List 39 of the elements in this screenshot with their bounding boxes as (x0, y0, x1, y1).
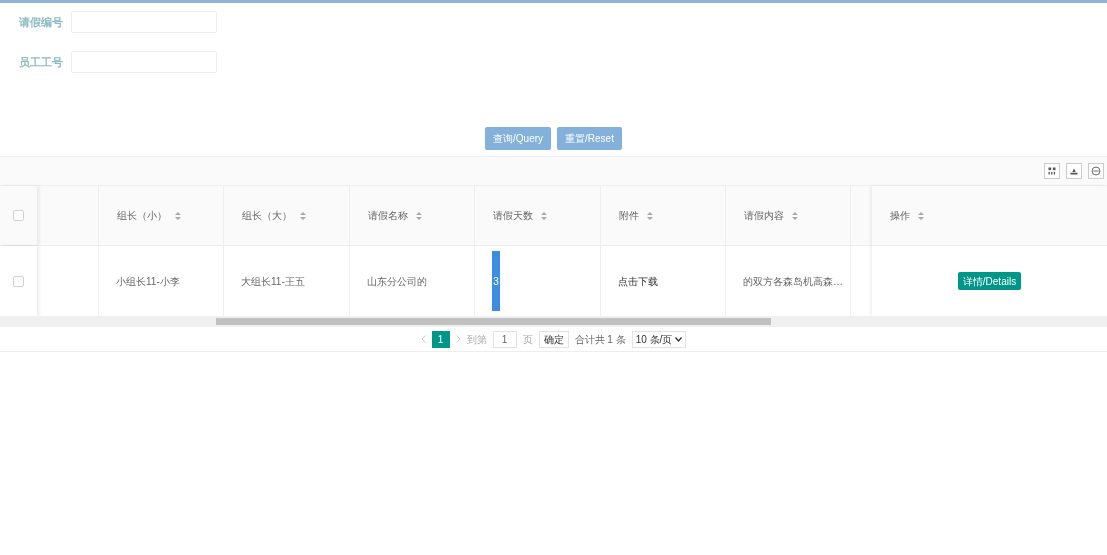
caret-icon (675, 336, 683, 342)
total-count: 合计共 1 条 (574, 332, 626, 347)
sort-icon[interactable] (541, 211, 547, 220)
page-button[interactable]: 1 (431, 330, 450, 348)
checkbox[interactable] (13, 210, 24, 221)
checkbox[interactable] (13, 275, 24, 287)
details-button[interactable]: 详情/Details (957, 272, 1022, 290)
column-header: 组长（大） (242, 209, 292, 223)
table-cell-text: 小组长11-小李 (116, 274, 180, 289)
page-unit: 页 (522, 332, 533, 347)
print-icon[interactable] (1088, 163, 1104, 179)
column-header: 操作 (890, 209, 910, 223)
next-page-icon[interactable] (455, 335, 461, 343)
confirm-button[interactable]: 确定 (538, 330, 569, 348)
goto-label: 到第 (466, 332, 487, 347)
days-bar: 3 (492, 251, 500, 311)
prev-page-icon[interactable] (420, 335, 426, 343)
column-header: 组长（小） (117, 209, 167, 223)
sort-icon[interactable] (647, 211, 653, 220)
column-header: 附件 (619, 209, 639, 223)
field-label: 员工工号 (19, 54, 63, 70)
field-label: 请假编号 (19, 14, 63, 30)
sort-icon[interactable] (175, 211, 181, 220)
table-cell-text: 大组长11-王五 (241, 274, 305, 289)
sort-icon[interactable] (918, 211, 924, 220)
column-header: 请假天数 (493, 209, 533, 223)
column-header: 请假名称 (368, 209, 408, 223)
grid-icon[interactable] (1044, 163, 1060, 179)
sort-icon[interactable] (416, 211, 422, 220)
page-size-select[interactable]: 10 条/页 (631, 330, 687, 348)
download-link[interactable]: 点击下载 (618, 273, 658, 289)
export-icon[interactable] (1066, 163, 1082, 179)
page-input[interactable]: 1 (492, 330, 517, 348)
table-cell-text: 山东分公司的 (367, 274, 427, 289)
table-cell-text: 的双方各森岛机高森… (743, 274, 843, 289)
sort-icon[interactable] (300, 211, 306, 220)
sort-icon[interactable] (792, 211, 798, 220)
column-header: 请假内容 (744, 209, 784, 223)
scrollbar-thumb[interactable] (216, 318, 771, 325)
